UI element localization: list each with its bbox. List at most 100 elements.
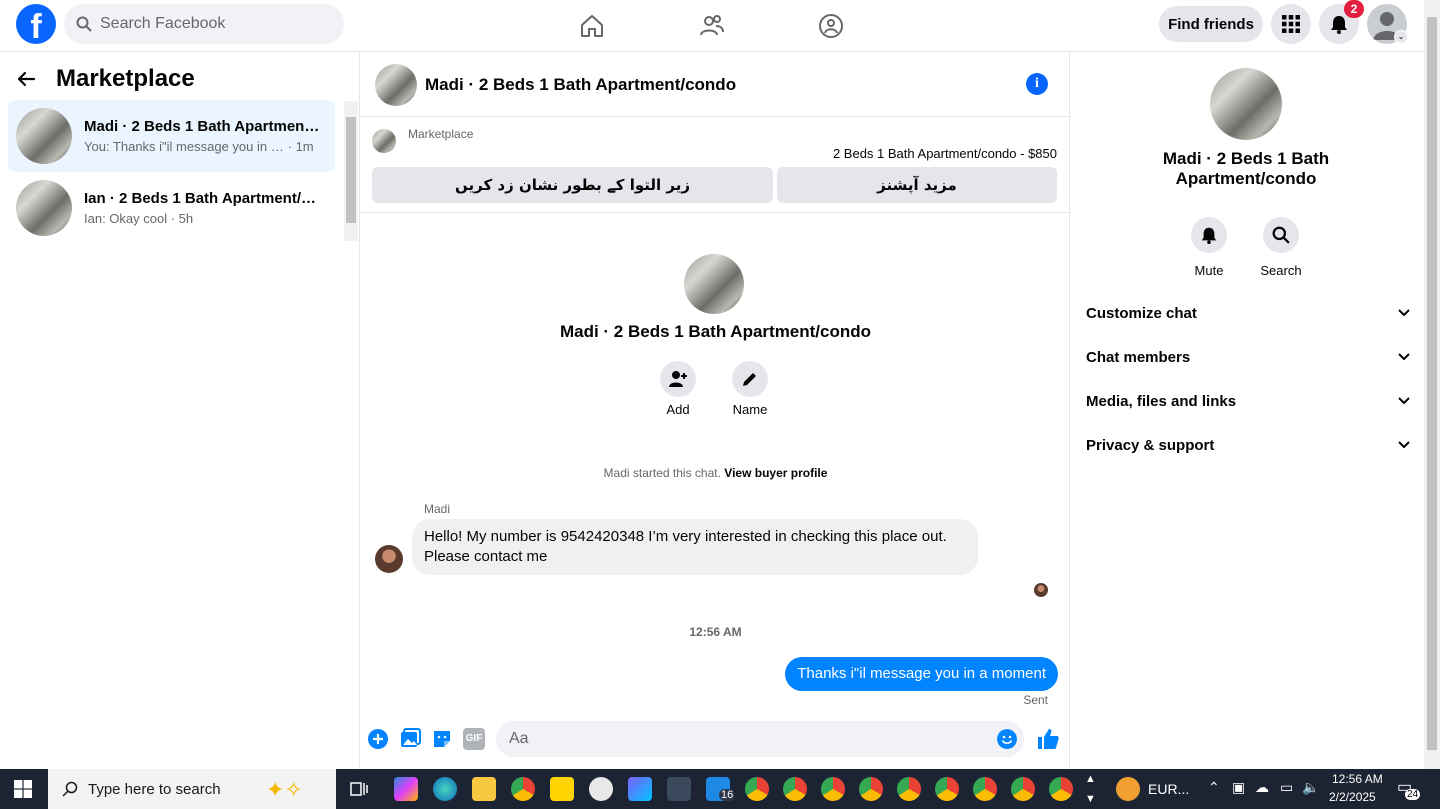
cloud-icon[interactable]: ☁ xyxy=(1255,779,1269,796)
network-icon[interactable]: ▭ xyxy=(1280,779,1293,796)
paint-brush-icon[interactable] xyxy=(667,777,691,801)
mute-label: Mute xyxy=(1194,263,1224,278)
avatar[interactable] xyxy=(1210,68,1282,140)
chrome-profile-icon[interactable] xyxy=(821,777,845,801)
avatar xyxy=(16,108,72,164)
conversation-name: Ian · 2 Beds 1 Bath Apartment/condo xyxy=(84,190,324,207)
edge-icon[interactable] xyxy=(433,777,457,801)
chrome-icon[interactable] xyxy=(511,777,535,801)
chrome-profile-icon[interactable] xyxy=(859,777,883,801)
name-label: Name xyxy=(732,402,768,417)
sender-avatar[interactable] xyxy=(375,545,403,573)
listing-title-price[interactable]: 2 Beds 1 Bath Apartment/condo - $850 xyxy=(833,146,1057,161)
avatar xyxy=(684,254,744,314)
sticker-icon[interactable] xyxy=(431,728,453,750)
chevron-down-icon xyxy=(1398,441,1410,449)
listing-thumbnail[interactable] xyxy=(372,129,396,153)
facebook-logo-icon[interactable]: f xyxy=(16,4,56,44)
weather-text[interactable]: EUR... xyxy=(1148,781,1189,797)
marketplace-listing-bar: Marketplace 2 Beds 1 Bath Apartment/cond… xyxy=(361,117,1070,213)
message-composer: GIF xyxy=(361,717,1070,761)
chrome-profile-icon[interactable] xyxy=(745,777,769,801)
chat-panel: Madi · 2 Beds 1 Bath Apartment/condo i M… xyxy=(361,53,1070,769)
conversation-name: Madi · 2 Beds 1 Bath Apartment/condo xyxy=(84,118,324,135)
outgoing-message[interactable]: Thanks i"il message you in a moment xyxy=(785,657,1058,691)
thumbs-up-icon[interactable] xyxy=(1036,727,1060,751)
search-box[interactable] xyxy=(64,4,344,44)
conversation-item-madi[interactable]: Madi · 2 Beds 1 Bath Apartment/condo You… xyxy=(8,100,335,172)
conversation-item-ian[interactable]: Ian · 2 Beds 1 Bath Apartment/condo Ian:… xyxy=(8,172,335,244)
photo-icon[interactable] xyxy=(399,728,421,750)
chevron-down-icon xyxy=(1398,397,1410,405)
gif-icon[interactable]: GIF xyxy=(463,728,485,750)
search-icon xyxy=(1272,226,1290,244)
name-chat-button[interactable]: Name xyxy=(720,361,780,417)
media-files-links-section[interactable]: Media, files and links xyxy=(1086,381,1410,421)
tray-chevron-icon[interactable]: ⌃ xyxy=(1208,779,1220,796)
sparkle-icon: ✦✧ xyxy=(266,777,303,802)
volume-icon[interactable]: 🔈 xyxy=(1302,779,1319,796)
search-icon xyxy=(76,16,92,32)
chevron-down-icon[interactable]: ⌄ xyxy=(1394,30,1408,44)
clock-time[interactable]: 12:56 AM xyxy=(1332,772,1383,786)
chrome-profile-icon[interactable] xyxy=(897,777,921,801)
emoji-icon[interactable] xyxy=(997,729,1017,749)
search-in-chat-button[interactable]: Search xyxy=(1251,217,1311,278)
task-view-icon[interactable] xyxy=(350,780,368,798)
m365-icon[interactable] xyxy=(628,777,652,801)
privacy-support-section[interactable]: Privacy & support xyxy=(1086,425,1410,465)
sidebar-scrollbar[interactable] xyxy=(344,101,358,241)
marketplace-label: Marketplace xyxy=(408,127,474,141)
chrome-profile-icon[interactable] xyxy=(1049,777,1073,801)
sticky-notes-icon[interactable] xyxy=(550,777,574,801)
seen-avatar xyxy=(1034,583,1048,597)
file-explorer-icon[interactable] xyxy=(472,777,496,801)
info-icon[interactable]: i xyxy=(1026,73,1048,95)
chat-members-section[interactable]: Chat members xyxy=(1086,337,1410,377)
windows-taskbar: Type here to search ✦✧ 16 ▲ ▼ EUR... ⌃ ▣ … xyxy=(0,769,1440,809)
friends-icon[interactable] xyxy=(694,8,730,44)
chrome-profile-icon[interactable] xyxy=(973,777,997,801)
sender-name: Madi xyxy=(424,502,451,516)
intro-name: Madi · 2 Beds 1 Bath Apartment/condo xyxy=(559,322,872,341)
chrome-profile-icon[interactable] xyxy=(783,777,807,801)
taskbar-scroll-arrows[interactable]: ▲ ▼ xyxy=(1085,769,1096,809)
sidebar-title: Marketplace xyxy=(56,65,195,92)
view-buyer-profile-link[interactable]: View buyer profile xyxy=(724,466,827,480)
customize-chat-section[interactable]: Customize chat xyxy=(1086,293,1410,333)
plus-circle-icon[interactable] xyxy=(367,728,389,750)
add-people-button[interactable]: Add xyxy=(648,361,708,417)
search-input[interactable] xyxy=(100,15,320,33)
clock-date[interactable]: 2/2/2025 xyxy=(1329,790,1376,804)
paint-icon[interactable] xyxy=(589,777,613,801)
taskbar-search-text: Type here to search xyxy=(88,780,221,798)
details-name: Madi · 2 Beds 1 Bath Apartment/condo xyxy=(1162,149,1330,188)
bell-icon xyxy=(1201,227,1217,244)
avatar[interactable] xyxy=(375,63,417,106)
tray-app-icon[interactable]: ▣ xyxy=(1232,779,1245,796)
weather-icon[interactable] xyxy=(1116,777,1140,801)
mute-button[interactable]: Mute xyxy=(1179,217,1239,278)
sent-status: Sent xyxy=(1023,693,1048,707)
add-person-icon xyxy=(669,371,687,387)
chat-started-note: Madi started this chat. View buyer profi… xyxy=(603,466,828,480)
taskbar-search[interactable]: Type here to search ✦✧ xyxy=(48,769,336,809)
home-icon[interactable] xyxy=(574,8,610,44)
incoming-message[interactable]: Hello! My number is 9542420348 I’m very … xyxy=(412,519,978,575)
page-scrollbar[interactable] xyxy=(1424,0,1440,769)
avatar xyxy=(16,180,72,236)
more-options-button[interactable]: مزید آپشنز xyxy=(777,167,1057,203)
menu-grid-icon[interactable] xyxy=(1271,4,1311,44)
groups-icon[interactable] xyxy=(813,8,849,44)
conversation-snippet: Ian: Okay cool xyxy=(84,211,168,226)
find-friends-button[interactable]: Find friends xyxy=(1159,6,1263,42)
top-navigation-bar: f Find friends 2 ⌄ xyxy=(0,0,1424,52)
chrome-profile-icon[interactable] xyxy=(935,777,959,801)
windows-start-icon[interactable] xyxy=(14,780,32,798)
back-arrow-icon[interactable] xyxy=(16,69,36,89)
chat-title[interactable]: Madi · 2 Beds 1 Bath Apartment/condo xyxy=(425,75,736,95)
message-input[interactable] xyxy=(496,721,1024,757)
copilot-icon[interactable] xyxy=(394,777,418,801)
chrome-profile-icon[interactable] xyxy=(1011,777,1035,801)
mark-pending-button[interactable]: زیر التوا کے بطور نشان زد کریں xyxy=(372,167,773,203)
